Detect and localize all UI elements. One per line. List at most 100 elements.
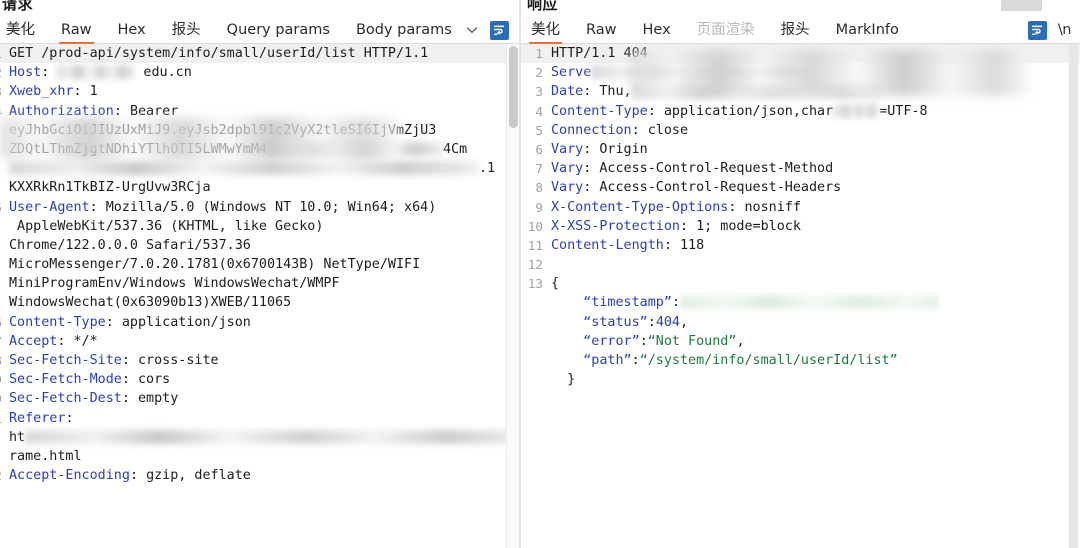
tab-request-body-params[interactable]: Body params xyxy=(354,17,454,44)
line-text: Vary: Origin xyxy=(549,140,1080,159)
response-toolbar: \n xyxy=(1028,21,1080,40)
code-token: Referer xyxy=(9,411,65,426)
word-wrap-icon[interactable] xyxy=(490,21,509,40)
request-code-area[interactable]: 1GET /prod-api/system/info/small/userId/… xyxy=(0,44,519,548)
tab-request-beautify[interactable]: 美化 xyxy=(4,17,37,44)
code-token xyxy=(551,295,583,310)
newline-icon[interactable]: \n xyxy=(1058,22,1071,38)
code-token: eyJhbGciOiJIUzUxMiJ9.eyJsb2dpbl91c2VyX2t… xyxy=(9,123,436,138)
code-line: 8Sec-Fetch-Site: cross-site xyxy=(0,351,519,370)
code-token: : xyxy=(57,334,73,349)
request-scrollbar-thumb[interactable] xyxy=(509,46,518,128)
code-line: eyJhbGciOiJIUzUxMiJ9.eyJsb2dpbl91c2VyX2t… xyxy=(0,121,519,140)
code-token: Host xyxy=(9,65,41,80)
request-code-lines: 1GET /prod-api/system/info/small/userId/… xyxy=(0,44,519,485)
tab-response-markinfo[interactable]: MarkInfo xyxy=(834,17,901,44)
code-line: 2Serve xyxy=(521,63,1080,82)
code-token: 404 xyxy=(656,315,680,330)
line-number: 1 xyxy=(521,44,549,63)
line-text: { xyxy=(549,274,1080,293)
code-token: “Not Found” xyxy=(648,334,737,349)
response-code-area[interactable]: 1HTTP/1.1 4042Serve3Date: Thu,4Content-T… xyxy=(521,44,1080,548)
code-token xyxy=(551,315,583,330)
tab-response-beautify[interactable]: 美化 xyxy=(529,17,562,44)
line-number: 5 xyxy=(521,121,549,140)
code-token: cross-site xyxy=(138,353,219,368)
line-text: Accept-Encoding: gzip, deflate xyxy=(7,466,519,485)
line-number: 7 xyxy=(0,332,7,351)
code-token: : xyxy=(632,353,640,368)
code-token: : xyxy=(583,142,599,157)
code-token: Authorization xyxy=(9,104,114,119)
line-number: 10 xyxy=(0,389,7,408)
line-text: Accept: */* xyxy=(7,332,519,351)
code-token: MicroMessenger/7.0.20.1781(0x6700143B) N… xyxy=(9,257,420,272)
code-token: X-Content-Type-Options xyxy=(551,200,728,215)
response-scrollbar[interactable] xyxy=(1067,44,1080,548)
code-token: Sec-Fetch-Site xyxy=(9,353,122,368)
tab-response-raw[interactable]: Raw xyxy=(584,17,619,44)
line-text: Referer: xyxy=(7,409,519,428)
line-text: } xyxy=(549,370,1080,389)
tab-response-page-render[interactable]: 页面渲染 xyxy=(695,17,757,44)
line-text: Date: Thu, xyxy=(549,82,1080,101)
tab-request-raw[interactable]: Raw xyxy=(59,17,94,44)
code-token: nosniff xyxy=(745,200,801,215)
response-scrollbar-thumb[interactable] xyxy=(1069,44,1078,548)
code-token: , xyxy=(680,315,688,330)
tab-response-hex[interactable]: Hex xyxy=(641,17,673,44)
code-token: Vary xyxy=(551,180,583,195)
redacted-text xyxy=(57,65,135,79)
line-text: Content-Length: 118 xyxy=(549,236,1080,255)
code-line: 7Vary: Access-Control-Request-Method xyxy=(521,159,1080,178)
line-text: eyJhbGciOiJIUzUxMiJ9.eyJsb2dpbl91c2VyX2t… xyxy=(7,121,519,140)
line-number: 11 xyxy=(521,236,549,255)
code-token: : xyxy=(122,372,138,387)
chevron-down-icon[interactable] xyxy=(465,23,479,37)
line-number: 13 xyxy=(521,274,549,293)
code-line: 9Sec-Fetch-Mode: cors xyxy=(0,370,519,389)
code-token xyxy=(551,353,583,368)
tab-response-headers[interactable]: 报头 xyxy=(779,17,812,44)
code-token: Accept-Encoding xyxy=(9,468,130,483)
line-number: 8 xyxy=(521,178,549,197)
tab-request-headers[interactable]: 报头 xyxy=(170,17,203,44)
code-line: “error”:“Not Found”, xyxy=(521,332,1080,351)
code-token: Content-Length xyxy=(551,238,664,253)
line-number: 9 xyxy=(0,370,7,389)
code-token: application/json xyxy=(122,315,251,330)
code-token: Vary xyxy=(551,161,583,176)
line-text: Sec-Fetch-Dest: empty xyxy=(7,389,519,408)
line-number: 3 xyxy=(0,82,7,101)
redacted-text xyxy=(833,104,879,118)
code-line: “timestamp”: xyxy=(521,293,1080,312)
code-line: 4Content-Type: application/json,char=UTF… xyxy=(521,102,1080,121)
line-number: 6 xyxy=(0,313,7,332)
code-token: */* xyxy=(74,334,98,349)
redacted-text xyxy=(25,430,519,444)
code-token: : xyxy=(728,200,744,215)
code-token: : xyxy=(680,219,696,234)
code-line: “path”:“/system/info/small/userId/list” xyxy=(521,351,1080,370)
code-line: AppleWebKit/537.36 (KHTML, like Gecko) xyxy=(0,217,519,236)
code-line: 12 xyxy=(521,255,1080,274)
tab-request-hex[interactable]: Hex xyxy=(116,17,148,44)
code-line: 10Sec-Fetch-Dest: empty xyxy=(0,389,519,408)
code-line: 1GET /prod-api/system/info/small/userId/… xyxy=(0,44,519,63)
code-token: : xyxy=(664,238,680,253)
response-code-lines: 1HTTP/1.1 4042Serve3Date: Thu,4Content-T… xyxy=(521,44,1080,389)
tab-request-query-params[interactable]: Query params xyxy=(225,17,332,44)
code-token: : xyxy=(74,84,90,99)
code-token: : xyxy=(106,315,122,330)
word-wrap-icon[interactable] xyxy=(1028,21,1047,40)
code-line: 5User-Agent: Mozilla/5.0 (Windows NT 10.… xyxy=(0,198,519,217)
line-text: MicroMessenger/7.0.20.1781(0x6700143B) N… xyxy=(7,255,519,274)
code-token: Date xyxy=(551,84,583,99)
request-scrollbar[interactable] xyxy=(506,44,519,548)
line-number: 11 xyxy=(0,409,7,428)
code-token: 4Cm xyxy=(443,142,467,157)
redacted-text xyxy=(591,65,821,79)
line-text: “timestamp”: xyxy=(549,293,1080,312)
line-number: 9 xyxy=(521,198,549,217)
line-text: X-XSS-Protection: 1; mode=block xyxy=(549,217,1080,236)
